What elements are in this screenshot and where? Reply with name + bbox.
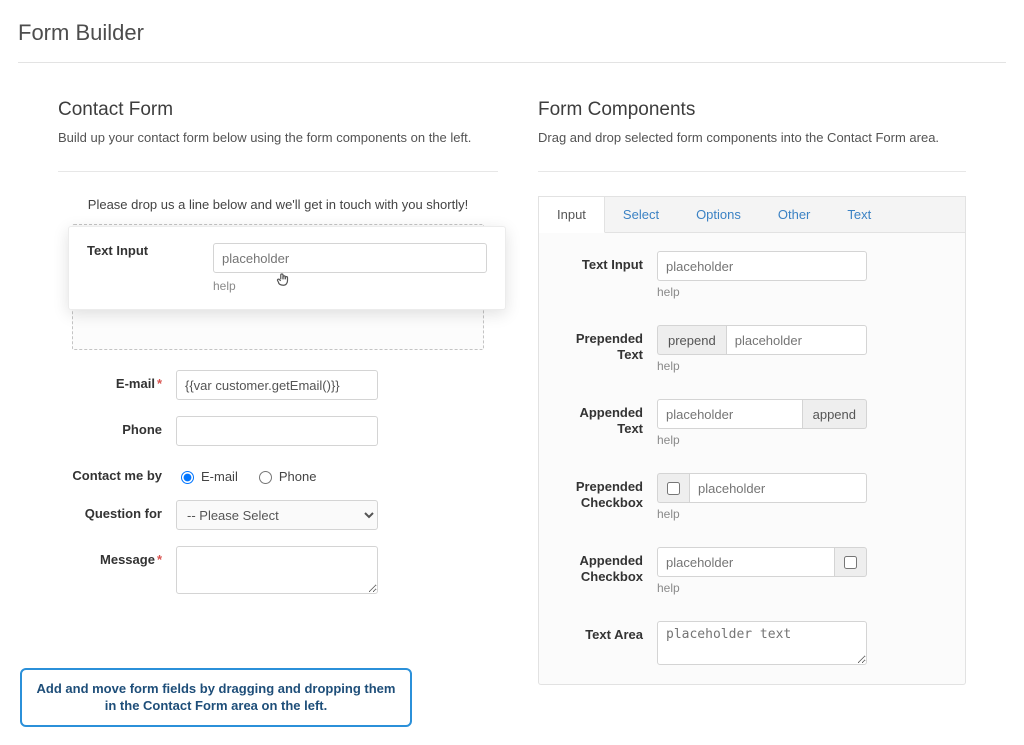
- contact-form-desc: Build up your contact form below using t…: [58, 129, 498, 147]
- tab-options[interactable]: Options: [678, 197, 760, 232]
- help-text: help: [657, 433, 867, 447]
- tab-select[interactable]: Select: [605, 197, 678, 232]
- page-title: Form Builder: [18, 20, 1006, 46]
- email-label: E-mail*: [58, 370, 176, 392]
- append-addon: append: [803, 399, 867, 429]
- components-title: Form Components: [538, 99, 966, 121]
- appended-text-field[interactable]: [657, 399, 803, 429]
- prepended-text-field[interactable]: [726, 325, 867, 355]
- component-label: Text Area: [555, 621, 657, 643]
- dragging-field-input[interactable]: [213, 243, 487, 273]
- dragging-field-card[interactable]: Text Input help: [68, 226, 506, 310]
- append-checkbox-addon[interactable]: [835, 547, 867, 577]
- contact-by-label: Contact me by: [58, 462, 176, 484]
- tab-text[interactable]: Text: [829, 197, 890, 232]
- prepend-addon: prepend: [657, 325, 726, 355]
- component-prepended-checkbox[interactable]: Prepended Checkbox help: [555, 473, 949, 521]
- phone-field[interactable]: [176, 416, 378, 446]
- help-text: help: [657, 285, 867, 299]
- instruction-callout: Add and move form fields by dragging and…: [20, 668, 412, 727]
- contact-by-radio-group: E-mail Phone: [176, 462, 378, 484]
- help-text: help: [657, 581, 867, 595]
- component-label: Appended Checkbox: [555, 547, 657, 584]
- help-text: help: [657, 507, 867, 521]
- component-text-area[interactable]: Text Area: [555, 621, 949, 668]
- contact-form-title: Contact Form: [58, 99, 498, 121]
- component-label: Prepended Text: [555, 325, 657, 362]
- divider: [538, 171, 966, 172]
- dragging-field-label: Text Input: [87, 243, 197, 258]
- email-field[interactable]: [176, 370, 378, 400]
- form-drop-zone[interactable]: Text Input help: [58, 224, 498, 350]
- divider: [18, 62, 1006, 63]
- phone-label: Phone: [58, 416, 176, 438]
- question-for-select[interactable]: -- Please Select: [176, 500, 378, 530]
- radio-email[interactable]: [181, 471, 194, 484]
- component-appended-text[interactable]: Appended Text append help: [555, 399, 949, 447]
- radio-phone[interactable]: [259, 471, 272, 484]
- component-appended-checkbox[interactable]: Appended Checkbox help: [555, 547, 949, 595]
- message-textarea[interactable]: [176, 546, 378, 594]
- text-area-field[interactable]: [657, 621, 867, 665]
- prepend-checkbox-addon[interactable]: [657, 473, 689, 503]
- contact-by-option-email[interactable]: E-mail: [176, 468, 238, 484]
- divider: [58, 171, 498, 172]
- prepend-checkbox[interactable]: [667, 482, 680, 495]
- message-label: Message*: [58, 546, 176, 568]
- component-label: Prepended Checkbox: [555, 473, 657, 510]
- question-for-label: Question for: [58, 500, 176, 522]
- prepended-checkbox-field[interactable]: [689, 473, 867, 503]
- tab-input[interactable]: Input: [539, 197, 605, 233]
- append-checkbox[interactable]: [844, 556, 857, 569]
- component-label: Text Input: [555, 251, 657, 273]
- contact-by-option-phone[interactable]: Phone: [254, 468, 317, 484]
- components-tab-bar: Input Select Options Other Text: [539, 196, 965, 233]
- text-input-field[interactable]: [657, 251, 867, 281]
- component-text-input[interactable]: Text Input help: [555, 251, 949, 299]
- tab-other[interactable]: Other: [760, 197, 830, 232]
- help-text: help: [657, 359, 867, 373]
- components-desc: Drag and drop selected form components i…: [538, 129, 966, 147]
- component-label: Appended Text: [555, 399, 657, 436]
- dragging-field-help: help: [213, 279, 487, 293]
- component-prepended-text[interactable]: Prepended Text prepend help: [555, 325, 949, 373]
- drop-intro-text: Please drop us a line below and we'll ge…: [58, 196, 498, 214]
- appended-checkbox-field[interactable]: [657, 547, 835, 577]
